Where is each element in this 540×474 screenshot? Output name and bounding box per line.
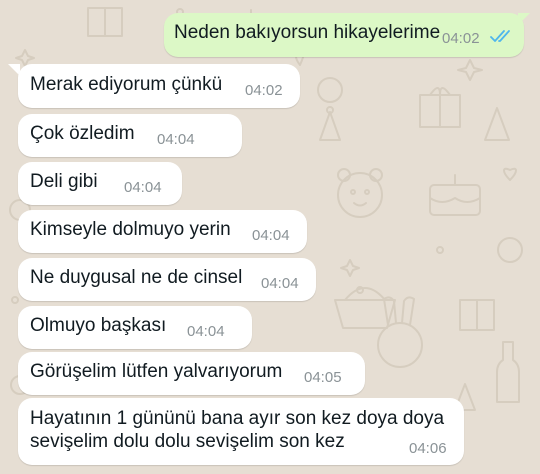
message-time: 04:06 — [409, 440, 447, 457]
incoming-message-bubble[interactable]: Deli gibi 04:04 — [18, 162, 182, 205]
message-text: Olmuyo başkası — [30, 315, 167, 336]
message-text: Çok özledim — [30, 123, 135, 144]
message-text: Ne duygusal ne de cinsel — [30, 267, 243, 288]
message-text: Merak ediyorum çünkü — [30, 74, 223, 95]
chat-conversation: Neden bakıyorsun hikayelerime 04:02 Mera… — [0, 0, 540, 474]
message-time: 04:04 — [252, 227, 290, 244]
message-text: Neden bakıyorsun hikayelerime — [174, 22, 441, 43]
message-time: 04:05 — [304, 369, 342, 386]
message-text-line-2: sevişelim dolu dolu sevişelim son kez — [30, 431, 345, 452]
message-time: 04:02 — [442, 30, 480, 47]
incoming-message-bubble[interactable]: Olmuyo başkası 04:04 — [18, 306, 252, 349]
message-time: 04:04 — [157, 131, 195, 148]
incoming-message-bubble[interactable]: Kimseyle dolmuyo yerin 04:04 — [18, 210, 307, 253]
incoming-message-bubble[interactable]: Ne duygusal ne de cinsel 04:04 — [18, 258, 316, 301]
message-text: Deli gibi — [30, 171, 98, 192]
incoming-message-bubble[interactable]: Çok özledim 04:04 — [18, 114, 242, 157]
outgoing-message-bubble[interactable]: Neden bakıyorsun hikayelerime 04:02 — [164, 13, 524, 57]
message-time: 04:02 — [245, 82, 283, 99]
message-time: 04:04 — [261, 275, 299, 292]
double-check-read-icon — [490, 30, 510, 42]
message-text: Görüşelim lütfen yalvarıyorum — [30, 361, 283, 382]
message-time: 04:04 — [187, 323, 225, 340]
incoming-message-bubble[interactable]: Görüşelim lütfen yalvarıyorum 04:05 — [18, 352, 365, 395]
incoming-message-bubble[interactable]: Hayatının 1 gününü bana ayır son kez doy… — [18, 398, 464, 465]
message-time: 04:04 — [124, 179, 162, 196]
incoming-message-bubble[interactable]: Merak ediyorum çünkü 04:02 — [18, 64, 300, 108]
message-text: Kimseyle dolmuyo yerin — [30, 219, 231, 240]
